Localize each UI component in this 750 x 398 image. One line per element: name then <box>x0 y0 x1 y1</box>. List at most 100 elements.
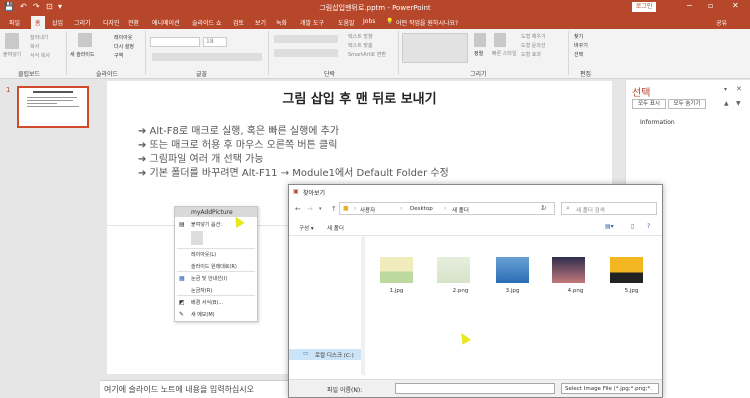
filename-input[interactable] <box>395 383 555 394</box>
recent-icon[interactable]: ▾ <box>319 206 322 212</box>
tab-home[interactable]: 홈 <box>31 16 45 29</box>
file-name[interactable]: 5.jpg <box>615 288 648 294</box>
tab-jobs[interactable]: Jobs <box>363 18 375 25</box>
menu-item-grid-guides[interactable]: 눈금 및 안내선(I) <box>191 275 227 282</box>
tab-view[interactable]: 보기 <box>255 18 266 27</box>
menu-item-format-background[interactable]: 배경 서식(B)... <box>191 299 223 306</box>
menu-item-new-comment[interactable]: 새 메모(M) <box>191 311 215 318</box>
address-bar[interactable]: ■ › 사용자 › Desktop › 새 폴더 ⌄ <box>339 202 555 215</box>
view-options-icon[interactable]: ▤▾ <box>605 223 614 230</box>
font-format-buttons[interactable] <box>152 53 262 61</box>
breadcrumb-new-folder[interactable]: 새 폴더 <box>452 206 469 214</box>
login-button[interactable]: 로그인 <box>632 2 656 12</box>
organize-button[interactable]: 구성 ▾ <box>299 224 314 232</box>
share-button[interactable]: 공유 <box>716 18 727 27</box>
selection-item-information[interactable]: Information <box>640 119 675 126</box>
tab-record[interactable]: 녹화 <box>276 18 287 27</box>
bullet-1[interactable]: ➔ Alt-F8로 매크로 실행, 혹은 빠른 실행에 추가 <box>138 122 339 137</box>
paste-option-icon[interactable] <box>191 231 203 245</box>
tab-help[interactable]: 도움말 <box>338 18 355 27</box>
close-icon[interactable]: ✕ <box>732 1 739 10</box>
list-buttons[interactable] <box>274 35 338 43</box>
file-thumbnail[interactable] <box>552 257 585 283</box>
section-button[interactable]: 구역 <box>114 52 123 59</box>
font-size-field[interactable]: 18 <box>203 37 227 47</box>
tab-transitions[interactable]: 전환 <box>128 18 139 27</box>
refresh-icon[interactable]: ↻ <box>541 204 547 212</box>
slide-title[interactable]: 그림 삽입 후 맨 뒤로 보내기 <box>107 88 612 107</box>
breadcrumb-desktop[interactable]: Desktop <box>410 206 433 212</box>
tab-developer[interactable]: 개발 도구 <box>300 18 324 27</box>
tab-slideshow[interactable]: 슬라이드 쇼 <box>192 18 222 27</box>
menu-item-layout[interactable]: 레이아웃(L) <box>191 251 216 258</box>
nav-item-local-disk[interactable]: ▭ 로컬 디스크 (C:) <box>289 349 361 360</box>
slide-thumbnail[interactable] <box>17 86 89 128</box>
file-name[interactable]: 3.jpg <box>496 288 529 294</box>
restore-icon[interactable]: ▫ <box>708 1 713 10</box>
arrange-icon[interactable] <box>474 33 486 47</box>
font-name-field[interactable] <box>150 37 200 47</box>
format-painter-button[interactable]: 서식 복사 <box>30 52 50 59</box>
file-name[interactable]: 1.jpg <box>380 288 413 294</box>
tab-design[interactable]: 디자인 <box>103 18 120 27</box>
bullet-2[interactable]: ➔ 또는 매크로 허용 후 마우스 오른쪽 버튼 클릭 <box>138 136 337 151</box>
file-thumbnail[interactable] <box>496 257 529 283</box>
smartart-button[interactable]: SmartArt로 변환 <box>348 51 386 58</box>
up-icon[interactable]: ↑ <box>331 205 337 213</box>
layout-button[interactable]: 레이아웃 <box>114 34 132 41</box>
file-thumbnail[interactable] <box>380 257 413 283</box>
paste-icon[interactable] <box>5 33 19 49</box>
menu-item-reset-slide[interactable]: 슬라이드 원래대로(R) <box>191 263 237 270</box>
arrange-button[interactable]: 정렬 <box>474 50 483 57</box>
tell-me-search[interactable]: 어떤 작업을 원하시나요? <box>396 18 458 27</box>
file-thumbnail[interactable] <box>610 257 643 283</box>
find-button[interactable]: 찾기 <box>574 33 583 40</box>
tab-insert[interactable]: 삽입 <box>52 18 63 27</box>
tab-review[interactable]: 검토 <box>233 18 244 27</box>
filetype-select[interactable]: Select Image File (*.jpg;*.png;*. <box>561 383 659 394</box>
paste-button[interactable]: 붙여넣기 <box>3 51 21 58</box>
replace-button[interactable]: 바꾸기 <box>574 42 588 49</box>
shape-effects-button[interactable]: 도형 효과 <box>521 51 541 58</box>
send-backward-icon[interactable]: ▼ <box>736 100 741 107</box>
menu-item-myaddpicture[interactable]: myAddPicture <box>191 209 233 216</box>
tab-draw[interactable]: 그리기 <box>74 18 91 27</box>
back-icon[interactable]: ← <box>295 205 301 213</box>
tab-animations[interactable]: 애니메이션 <box>152 18 180 27</box>
minimize-icon[interactable]: − <box>686 1 693 10</box>
close-pane-icon[interactable]: ✕ <box>736 85 742 93</box>
shape-outline-button[interactable]: 도형 윤곽선 <box>521 42 546 49</box>
nav-scrollbar[interactable] <box>361 237 365 375</box>
bullet-3[interactable]: ➔ 그림파일 여러 개 선택 가능 <box>138 150 263 165</box>
select-button[interactable]: 선택 <box>574 51 583 58</box>
file-thumbnail[interactable] <box>437 257 470 283</box>
file-name[interactable]: 4.png <box>559 288 592 294</box>
bullet-4[interactable]: ➔ 기본 폴더를 바꾸려면 Alt-F11 → Module1에서 Defaul… <box>138 164 449 179</box>
bring-forward-icon[interactable]: ▲ <box>724 100 729 107</box>
quick-styles-button[interactable]: 빠른 스타일 <box>492 50 517 57</box>
menu-item-paste-options[interactable]: 붙여넣기 옵션: <box>191 221 222 228</box>
reset-button[interactable]: 다시 설정 <box>114 43 134 50</box>
menu-item-ruler[interactable]: 눈금자(R) <box>191 287 212 294</box>
cut-button[interactable]: 잘라내기 <box>30 34 48 41</box>
help-icon[interactable]: ? <box>647 223 650 230</box>
align-buttons[interactable] <box>274 49 338 57</box>
align-text-button[interactable]: 텍스트 맞춤 <box>348 42 373 49</box>
shape-fill-button[interactable]: 도형 채우기 <box>521 33 546 40</box>
preview-pane-icon[interactable]: ▯ <box>631 223 634 230</box>
pane-options-icon[interactable]: ▾ <box>724 86 727 93</box>
forward-icon[interactable]: → <box>307 205 313 213</box>
tab-file[interactable]: 파일 <box>9 18 20 27</box>
copy-button[interactable]: 복사 <box>30 43 39 50</box>
search-box[interactable]: ⌕ 새 폴더 검색 <box>561 202 657 215</box>
show-all-button[interactable]: 모두 표시 <box>632 99 666 109</box>
new-slide-icon[interactable] <box>78 33 92 47</box>
new-folder-button[interactable]: 새 폴더 <box>327 224 344 232</box>
new-slide-button[interactable]: 새 슬라이드 <box>70 51 95 58</box>
file-name[interactable]: 2.png <box>444 288 477 294</box>
quick-styles-icon[interactable] <box>494 33 506 47</box>
shapes-gallery[interactable] <box>402 33 468 63</box>
hide-all-button[interactable]: 모두 숨기기 <box>668 99 706 109</box>
text-direction-button[interactable]: 텍스트 방향 <box>348 33 373 40</box>
breadcrumb-users[interactable]: 사용자 <box>360 206 375 214</box>
